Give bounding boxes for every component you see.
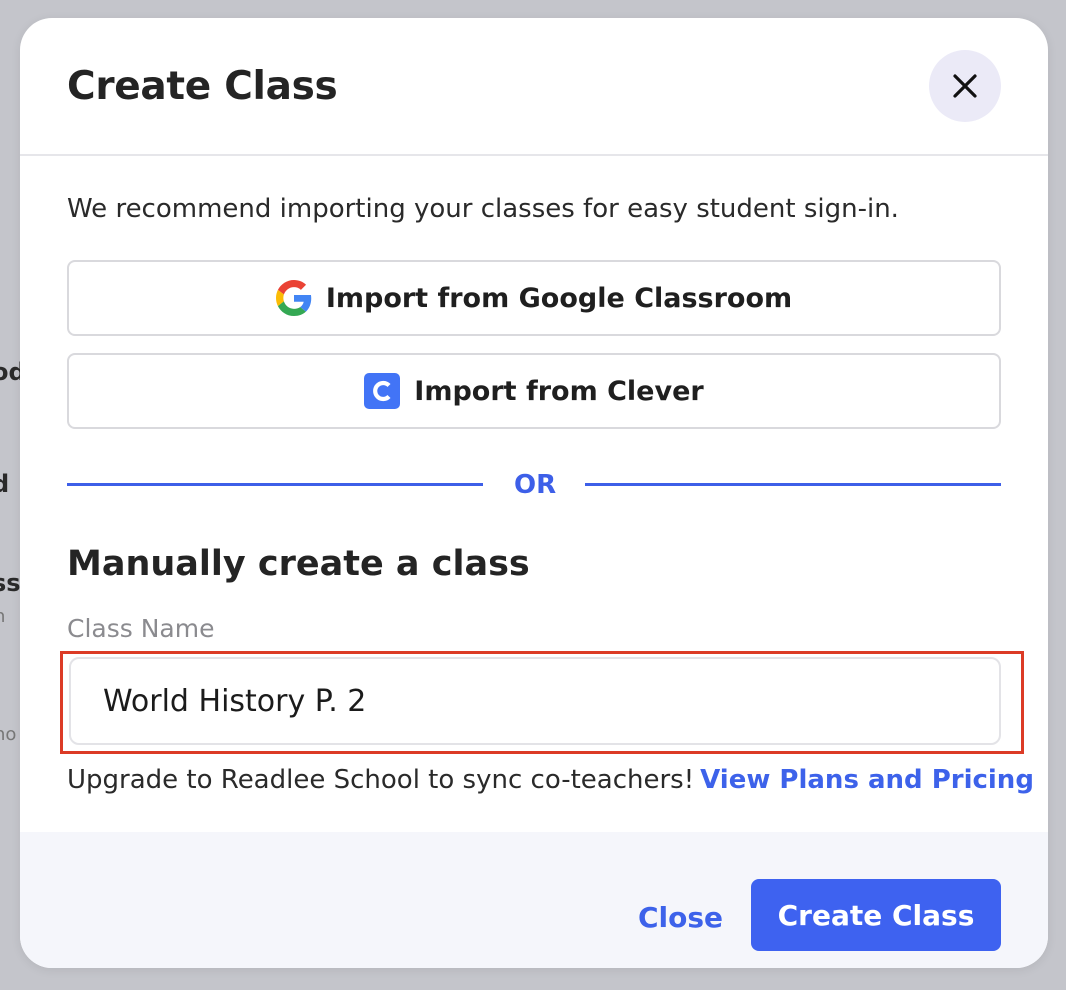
import-clever-button[interactable]: Import from Clever [67,353,1001,429]
clever-button-label: Import from Clever [414,375,704,407]
create-class-button[interactable]: Create Class [751,879,1001,951]
close-button[interactable]: Close [638,901,723,934]
class-name-label: Class Name [67,614,215,643]
background-text-fragment: d [0,470,10,498]
or-divider-left [67,483,483,486]
close-icon [953,74,977,98]
manual-create-heading: Manually create a class [67,544,530,584]
create-class-modal: Create Class We recommend importing your… [20,18,1048,968]
background-text-fragment: ss [0,569,21,597]
modal-header: Create Class [20,18,1048,156]
background-text-fragment: no [0,724,17,745]
modal-footer: Close Create Class [20,832,1048,968]
close-modal-button[interactable] [929,50,1001,122]
view-plans-link[interactable]: View Plans and Pricing [700,765,1034,795]
import-recommendation-text: We recommend importing your classes for … [67,194,899,224]
modal-title: Create Class [67,64,338,109]
google-button-label: Import from Google Classroom [325,282,793,314]
or-divider-right [585,483,1001,486]
upgrade-text: Upgrade to Readlee School to sync co-tea… [67,765,695,795]
import-google-classroom-button[interactable]: Import from Google Classroom [67,260,1001,336]
google-icon [275,280,312,316]
or-divider-label: OR [514,470,557,500]
background-text-fragment: n [0,606,5,627]
upgrade-notice: Upgrade to Readlee School to sync co-tea… [67,765,1034,795]
clever-icon [364,373,401,409]
class-name-input[interactable] [69,657,1001,745]
